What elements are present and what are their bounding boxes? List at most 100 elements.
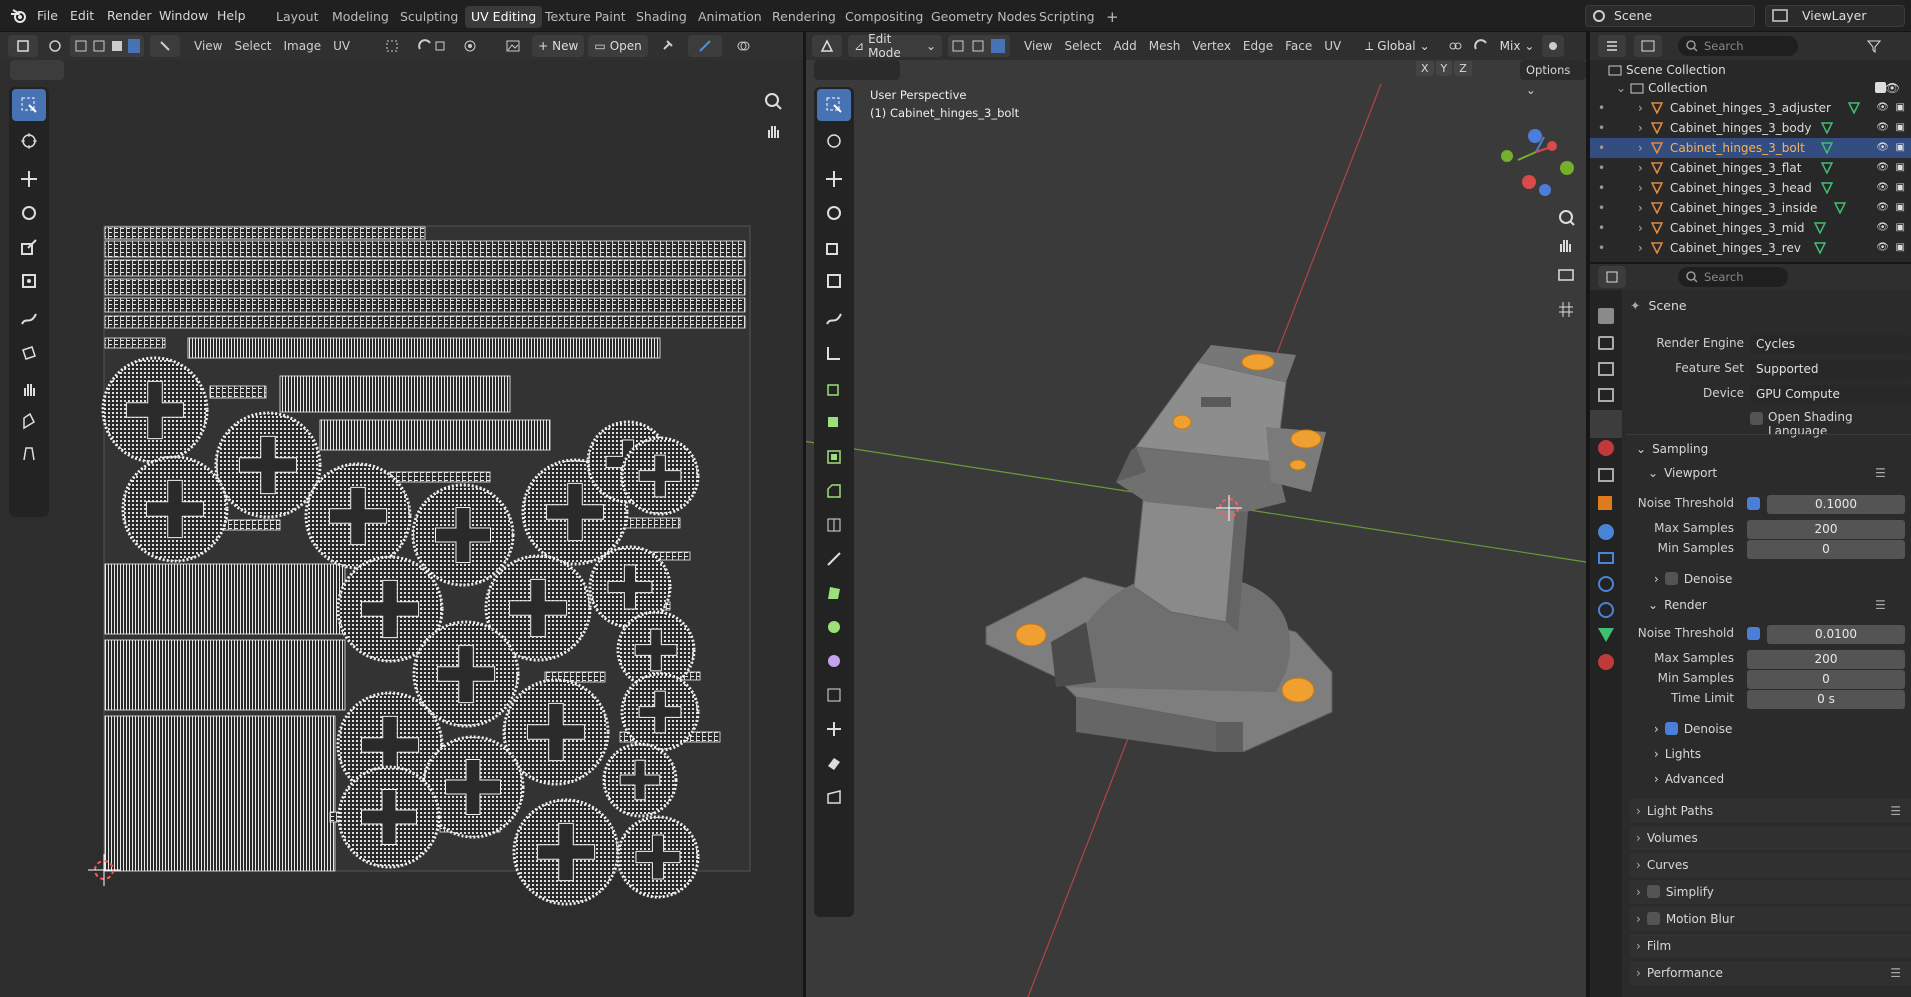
viewport-canvas[interactable] — [806, 32, 1586, 997]
outliner-dot-icon[interactable]: • — [1598, 178, 1605, 198]
tab-compositing[interactable]: Compositing — [839, 6, 929, 28]
mesh-data-icon[interactable] — [1820, 122, 1833, 134]
mesh-data-icon[interactable] — [1814, 242, 1826, 254]
gizmo-z-icon[interactable] — [1528, 129, 1542, 143]
render-presets-icon[interactable]: ☰ — [1875, 598, 1886, 612]
tab-layout[interactable]: Layout — [270, 6, 325, 28]
panel-header[interactable]: › Motion Blur — [1630, 907, 1911, 931]
outliner-item[interactable]: • › Cabinet_hinges_3_rev 👁 ▣ — [1590, 238, 1911, 258]
tab-modifiers-icon[interactable] — [1598, 524, 1614, 540]
tool-smooth-icon[interactable] — [817, 645, 851, 677]
expand-arrow-icon[interactable]: › — [1638, 238, 1643, 258]
tab-animation[interactable]: Animation — [692, 6, 768, 28]
tool-select-icon[interactable] — [817, 89, 851, 121]
tool-transform-3d-icon[interactable] — [817, 265, 851, 297]
visibility-eye-icon[interactable]: 👁 — [1876, 158, 1889, 178]
render-noise-threshold-checkbox[interactable] — [1747, 627, 1760, 640]
visibility-eye-icon[interactable]: 👁 — [1876, 238, 1889, 258]
uv-canvas[interactable] — [0, 32, 803, 997]
tab-constraints-icon[interactable] — [1598, 602, 1614, 618]
tab-world-icon[interactable] — [1598, 440, 1614, 456]
visibility-eye-icon[interactable]: 👁 — [1885, 78, 1900, 98]
feature-set-dropdown[interactable]: Supported — [1750, 360, 1911, 379]
uv-island[interactable] — [104, 240, 746, 258]
tool-spin-icon[interactable] — [817, 611, 851, 643]
tab-tool-icon[interactable] — [1598, 308, 1614, 324]
ortho-toggle-icon[interactable] — [1559, 302, 1573, 317]
render-max-samples-field[interactable]: 200 — [1747, 650, 1905, 669]
uv-island[interactable] — [104, 297, 746, 313]
render-camera-icon[interactable]: ▣ — [1896, 98, 1905, 118]
lights-subpanel-header[interactable]: › Lights — [1654, 747, 1701, 761]
tool-edge-slide-icon[interactable] — [817, 679, 851, 711]
render-camera-icon[interactable]: ▣ — [1896, 118, 1905, 138]
osl-checkbox[interactable] — [1750, 412, 1763, 425]
uv-island[interactable] — [319, 419, 551, 451]
tab-rendering[interactable]: Rendering — [766, 6, 842, 28]
menu-edit[interactable]: Edit — [70, 6, 94, 26]
tool-add-cube-icon[interactable] — [817, 373, 851, 405]
tab-object-icon[interactable] — [1598, 496, 1612, 510]
outliner-item[interactable]: • › Cabinet_hinges_3_mid 👁 ▣ — [1590, 218, 1911, 238]
panel-header[interactable]: › Light Paths ☰ — [1630, 799, 1911, 823]
render-camera-icon[interactable]: ▣ — [1896, 138, 1905, 158]
viewport-noise-threshold-checkbox[interactable] — [1747, 497, 1760, 510]
uv-island[interactable] — [104, 278, 746, 296]
render-camera-icon[interactable]: ▣ — [1896, 158, 1905, 178]
outliner-item[interactable]: • › Cabinet_hinges_3_adjuster 👁 ▣ — [1590, 98, 1911, 118]
tab-output-icon[interactable] — [1598, 362, 1614, 376]
hinge-model[interactable] — [985, 345, 1333, 753]
mesh-data-icon[interactable] — [1847, 102, 1860, 114]
expand-arrow-icon[interactable]: › — [1638, 198, 1643, 218]
tab-material-icon[interactable] — [1598, 654, 1614, 670]
tool-poly-build-icon[interactable] — [817, 577, 851, 609]
tab-shading[interactable]: Shading — [630, 6, 693, 28]
tool-scale-3d-icon[interactable] — [817, 231, 851, 263]
uv-island[interactable] — [389, 471, 491, 483]
gizmo-x-icon[interactable] — [1547, 141, 1557, 151]
render-denoise-header[interactable]: › Denoise — [1654, 722, 1732, 736]
viewport-zoom-icon[interactable] — [1559, 210, 1575, 226]
tab-uv-editing[interactable]: UV Editing — [465, 6, 543, 28]
mesh-data-icon[interactable] — [1820, 162, 1833, 174]
uv-island[interactable] — [619, 517, 681, 529]
menu-window[interactable]: Window — [159, 6, 208, 26]
render-camera-icon[interactable]: ▣ — [1896, 238, 1905, 258]
tab-render-icon[interactable] — [1598, 336, 1614, 350]
viewport-pan-icon[interactable] — [1560, 240, 1571, 252]
outliner-item[interactable]: • › Cabinet_hinges_3_body 👁 ▣ — [1590, 118, 1911, 138]
visibility-eye-icon[interactable]: 👁 — [1876, 178, 1889, 198]
outliner-editor-type-icon[interactable] — [1598, 35, 1626, 57]
tab-modeling[interactable]: Modeling — [326, 6, 395, 28]
tool-measure-icon[interactable] — [817, 337, 851, 369]
uv-island[interactable] — [104, 563, 346, 635]
expand-arrow-icon[interactable]: › — [1638, 218, 1643, 238]
tool-extrude-icon[interactable] — [817, 405, 851, 437]
tab-data-icon[interactable] — [1598, 628, 1614, 642]
panel-header[interactable]: › Performance ☰ — [1630, 961, 1911, 985]
filter-icon[interactable] — [1863, 35, 1885, 57]
uv-island[interactable] — [279, 375, 511, 413]
outliner-dot-icon[interactable]: • — [1598, 218, 1605, 238]
menu-help[interactable]: Help — [217, 6, 246, 26]
outliner-dot-icon[interactable]: • — [1598, 118, 1605, 138]
tool-3d-cursor-icon[interactable] — [817, 125, 851, 157]
tool-inset-icon[interactable] — [817, 441, 851, 473]
render-engine-dropdown[interactable]: Cycles — [1750, 335, 1911, 354]
uv-island[interactable] — [104, 715, 336, 872]
expand-arrow-icon[interactable]: › — [1638, 118, 1643, 138]
tool-shear-icon[interactable] — [817, 747, 851, 779]
add-workspace-button[interactable]: + — [1100, 6, 1125, 28]
viewport-max-samples-field[interactable]: 200 — [1747, 520, 1905, 539]
properties-search-input[interactable]: Search — [1678, 267, 1788, 287]
visibility-eye-icon[interactable]: 👁 — [1876, 218, 1889, 238]
visibility-eye-icon[interactable]: 👁 — [1876, 138, 1889, 158]
scene-selector[interactable]: Scene — [1585, 5, 1755, 27]
outliner-dot-icon[interactable]: • — [1598, 198, 1605, 218]
viewport-denoise-header[interactable]: › Denoise — [1654, 572, 1732, 586]
navigation-gizmo[interactable] — [1501, 129, 1574, 196]
tool-annotate-3d-icon[interactable] — [817, 303, 851, 335]
uv-island[interactable] — [209, 385, 267, 399]
uv-island[interactable] — [187, 337, 661, 359]
viewport-noise-threshold-field[interactable]: 0.1000 — [1767, 495, 1905, 514]
